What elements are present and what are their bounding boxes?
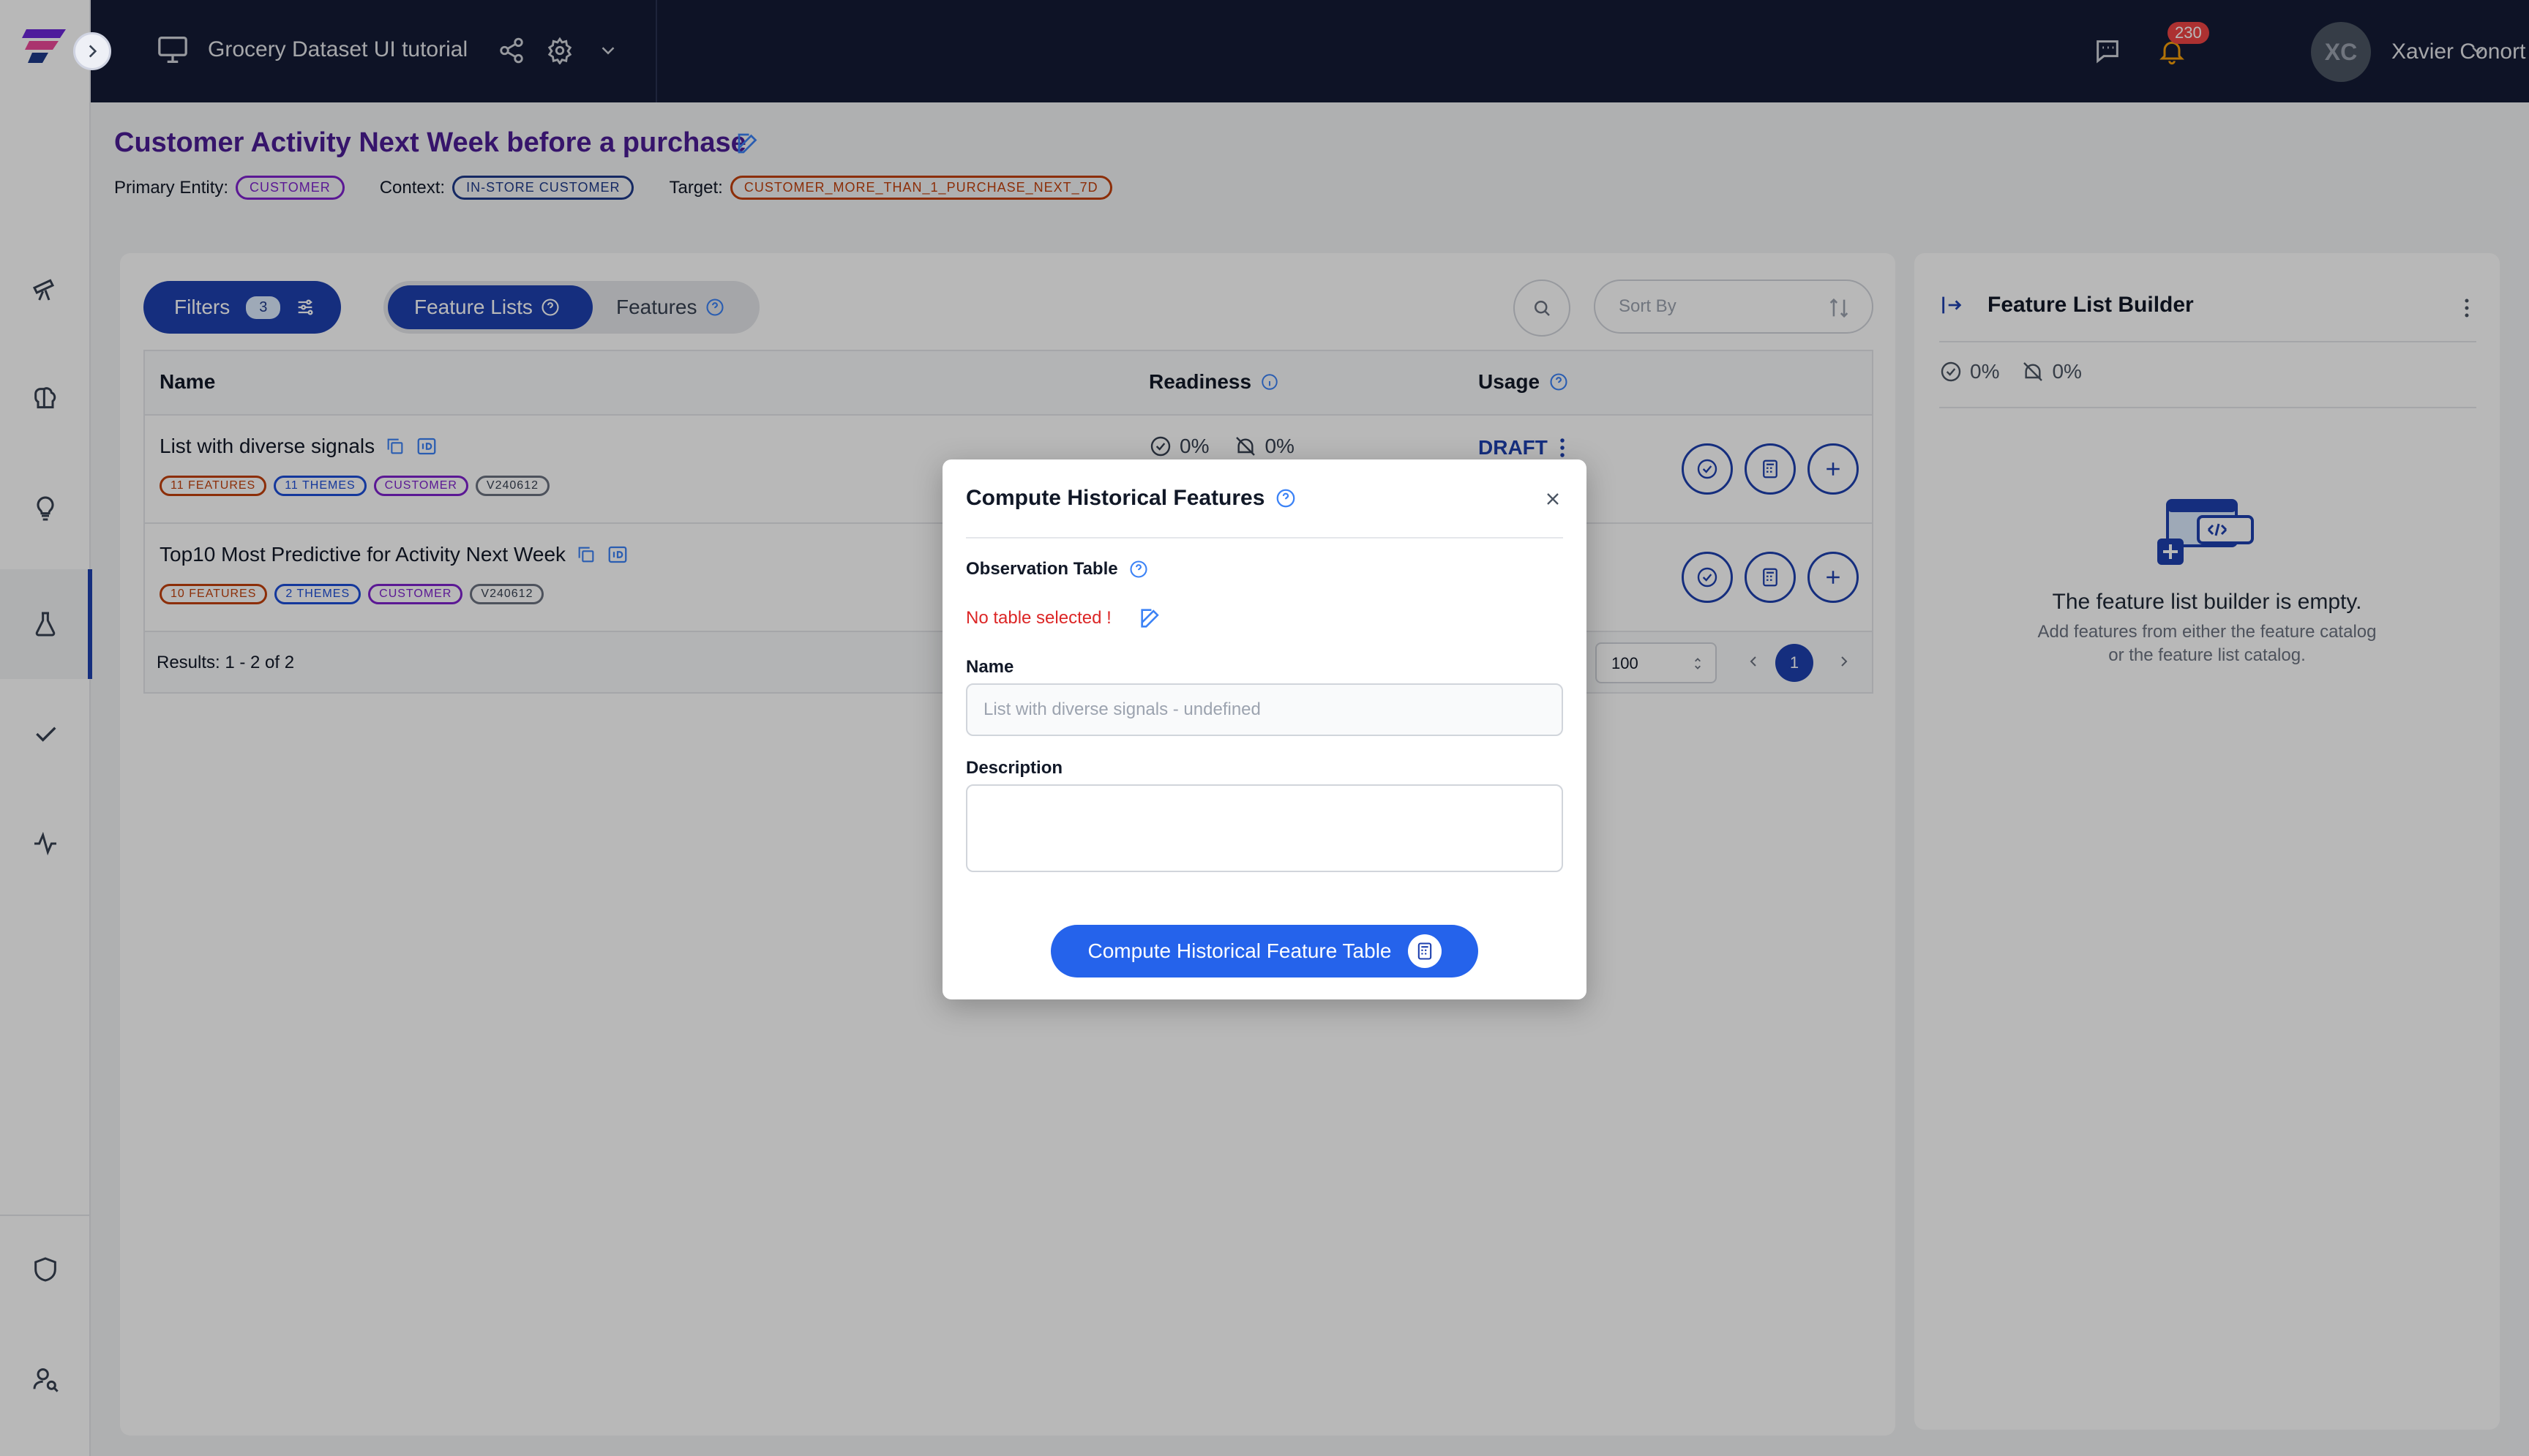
- description-field-wrapper: [966, 784, 1563, 872]
- name-field[interactable]: [967, 685, 1562, 735]
- help-circle-icon[interactable]: [1275, 487, 1297, 509]
- observation-table-label: Observation Table: [966, 559, 1149, 579]
- chevron-right-icon: [83, 42, 102, 61]
- calculator-icon: [1407, 934, 1442, 968]
- close-icon[interactable]: [1543, 489, 1563, 509]
- description-label: Description: [966, 758, 1063, 778]
- compute-historical-features-dialog: Compute Historical Features Observation …: [943, 459, 1586, 999]
- dialog-divider: [966, 537, 1563, 539]
- help-circle-icon[interactable]: [1128, 559, 1149, 579]
- description-field[interactable]: [967, 786, 1562, 871]
- name-label: Name: [966, 657, 1014, 677]
- sidebar-expand-button[interactable]: [73, 32, 111, 70]
- dialog-title: Compute Historical Features: [966, 486, 1297, 511]
- compute-historical-feature-table-button[interactable]: Compute Historical Feature Table: [1051, 925, 1478, 977]
- name-field-wrapper: [966, 683, 1563, 736]
- no-table-selected-message: No table selected !: [966, 606, 1163, 631]
- edit-icon[interactable]: [1138, 606, 1163, 631]
